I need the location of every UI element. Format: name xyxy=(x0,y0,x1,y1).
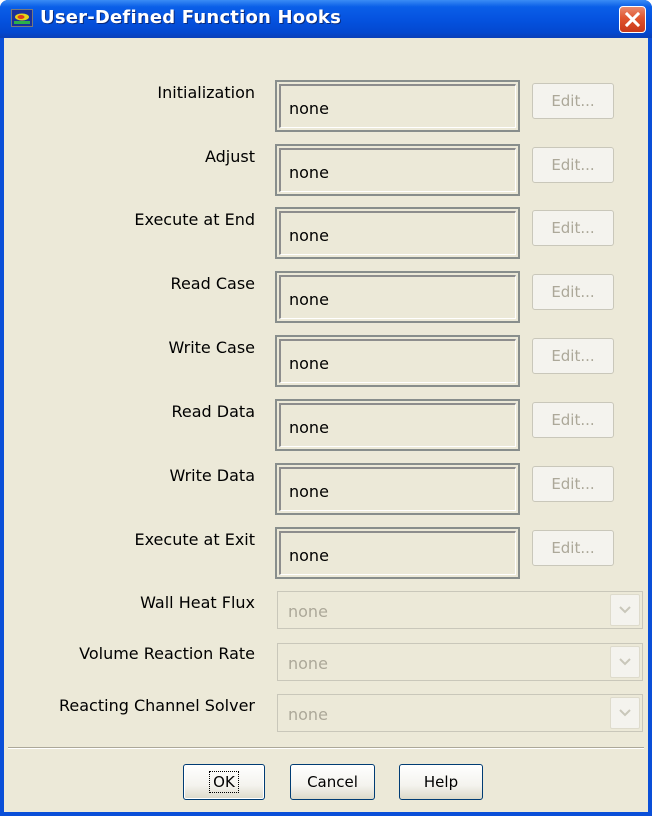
hook-label-read-data: Read Data xyxy=(171,402,256,421)
edit-button-read-data[interactable]: Edit... xyxy=(532,402,614,438)
dialog-body: Initialization none Edit... Adjust none … xyxy=(4,38,648,812)
close-button[interactable] xyxy=(619,6,646,33)
edit-button-write-case[interactable]: Edit... xyxy=(532,338,614,374)
hook-label-read-case: Read Case xyxy=(170,274,255,293)
hook-value-read-case: none xyxy=(289,290,329,309)
edit-button-execute-at-exit[interactable]: Edit... xyxy=(532,530,614,566)
volume-reaction-rate-dropdown[interactable]: none xyxy=(277,643,643,681)
hook-field-write-data[interactable]: none xyxy=(275,463,520,515)
hook-value-execute-at-exit: none xyxy=(289,546,329,565)
hook-field-execute-at-end[interactable]: none xyxy=(275,207,520,259)
dropdown-label-volume-reaction-rate: Volume Reaction Rate xyxy=(79,644,255,663)
dropdown-value-volume-reaction-rate: none xyxy=(288,654,328,673)
hook-field-read-data[interactable]: none xyxy=(275,399,520,451)
window-title: User-Defined Function Hooks xyxy=(40,7,342,28)
dropdown-value-reacting-channel-solver: none xyxy=(288,705,328,724)
close-icon xyxy=(624,11,641,28)
help-button[interactable]: Help xyxy=(399,764,483,800)
hook-value-read-data: none xyxy=(289,418,329,437)
dropdown-arrow-button[interactable] xyxy=(610,594,640,626)
hook-field-read-case[interactable]: none xyxy=(275,271,520,323)
edit-button-execute-at-end[interactable]: Edit... xyxy=(532,210,614,246)
help-button-label: Help xyxy=(423,773,459,791)
chevron-down-icon xyxy=(619,658,631,666)
ok-button-label: OK xyxy=(209,771,239,793)
hook-label-initialization: Initialization xyxy=(157,83,255,102)
edit-button-adjust[interactable]: Edit... xyxy=(532,147,614,183)
title-bar[interactable]: User-Defined Function Hooks xyxy=(0,0,652,38)
hook-label-execute-at-exit: Execute at Exit xyxy=(134,530,255,549)
dropdown-label-reacting-channel-solver: Reacting Channel Solver xyxy=(59,696,255,715)
chevron-down-icon xyxy=(619,709,631,717)
fluent-app-icon xyxy=(11,9,33,27)
reacting-channel-solver-dropdown[interactable]: none xyxy=(277,694,643,732)
dropdown-label-wall-heat-flux: Wall Heat Flux xyxy=(140,593,255,612)
cancel-button[interactable]: Cancel xyxy=(290,764,375,800)
hook-field-execute-at-exit[interactable]: none xyxy=(275,527,520,579)
dropdown-arrow-button[interactable] xyxy=(610,646,640,678)
dropdown-value-wall-heat-flux: none xyxy=(288,602,328,621)
hook-value-write-case: none xyxy=(289,354,329,373)
ok-button[interactable]: OK xyxy=(183,764,265,800)
hook-field-write-case[interactable]: none xyxy=(275,335,520,387)
hook-label-adjust: Adjust xyxy=(204,147,255,166)
wall-heat-flux-dropdown[interactable]: none xyxy=(277,591,643,629)
edit-button-read-case[interactable]: Edit... xyxy=(532,274,614,310)
chevron-down-icon xyxy=(619,606,631,614)
dropdown-arrow-button[interactable] xyxy=(610,697,640,729)
hook-value-execute-at-end: none xyxy=(289,226,329,245)
hook-value-initialization: none xyxy=(289,99,329,118)
hook-value-write-data: none xyxy=(289,482,329,501)
hook-label-write-case: Write Case xyxy=(168,338,255,357)
dialog-window: User-Defined Function Hooks Initializati… xyxy=(0,0,652,816)
hook-label-write-data: Write Data xyxy=(169,466,255,485)
cancel-button-label: Cancel xyxy=(307,773,358,791)
hook-field-initialization[interactable]: none xyxy=(275,80,520,132)
edit-button-initialization[interactable]: Edit... xyxy=(532,83,614,119)
separator xyxy=(8,747,644,749)
hook-field-adjust[interactable]: none xyxy=(275,144,520,196)
hook-label-execute-at-end: Execute at End xyxy=(134,210,255,229)
edit-button-write-data[interactable]: Edit... xyxy=(532,466,614,502)
hook-value-adjust: none xyxy=(289,163,329,182)
